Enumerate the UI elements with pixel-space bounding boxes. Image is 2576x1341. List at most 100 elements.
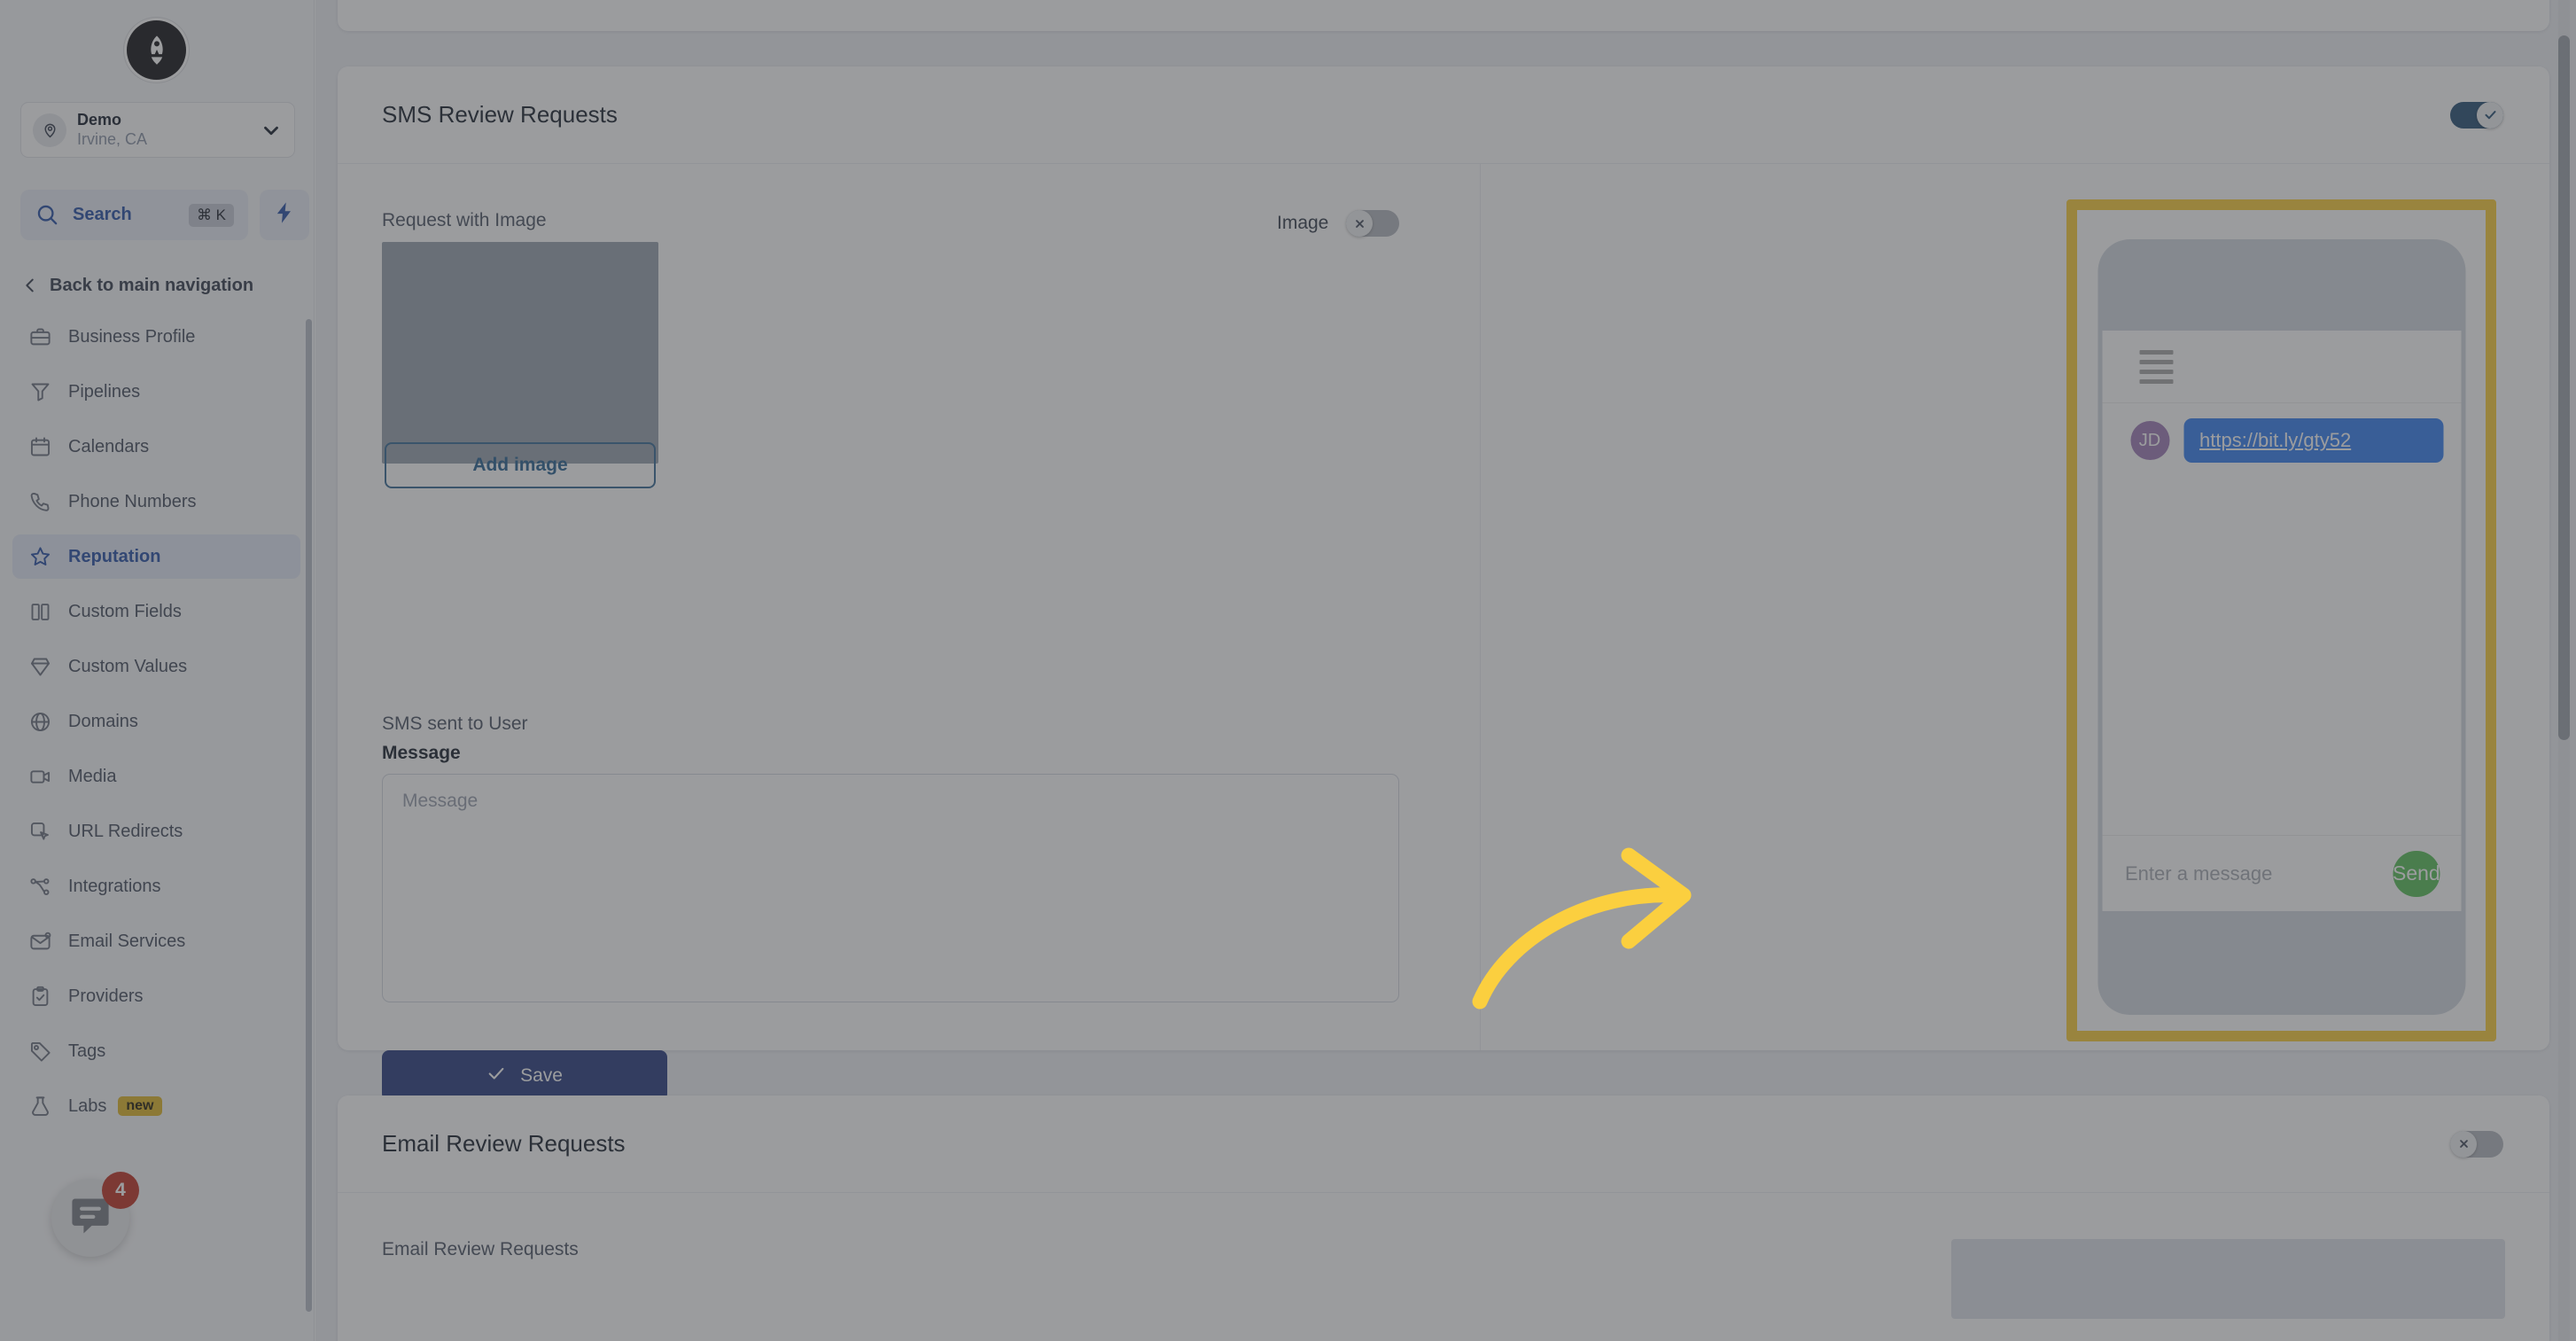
sidebar-item-label: Email Services	[68, 931, 186, 951]
email-card-header: Email Review Requests	[338, 1095, 2549, 1193]
save-button[interactable]: Save	[382, 1050, 667, 1101]
video-icon	[27, 763, 54, 791]
sms-sent-to-user-label: SMS sent to User	[382, 713, 528, 734]
envelope-icon	[27, 928, 54, 955]
message-label: Message	[382, 743, 461, 763]
sidebar-item-email-services[interactable]: Email Services	[12, 919, 300, 963]
main-scrollbar-thumb[interactable]	[2558, 35, 2570, 740]
message-textarea[interactable]	[382, 774, 1399, 1002]
sidebar-item-label: Business Profile	[68, 326, 196, 347]
phone-topbar	[2102, 331, 2461, 403]
sms-card-header: SMS Review Requests	[338, 66, 2549, 164]
email-image-placeholder	[1951, 1239, 2505, 1319]
star-icon	[27, 543, 54, 571]
email-card-body: Email Review Requests	[338, 1193, 2549, 1319]
sidebar-item-domains[interactable]: Domains	[12, 699, 300, 744]
sidebar-item-label: Custom Values	[68, 656, 188, 676]
card-above-partial	[338, 0, 2549, 31]
cursor-click-icon	[27, 818, 54, 846]
compose-message-input[interactable]	[2125, 862, 2380, 885]
image-toggle[interactable]	[1346, 210, 1400, 237]
columns-icon	[27, 598, 54, 626]
review-link[interactable]: https://bit.ly/gty52	[2199, 429, 2351, 451]
main-content: SMS Review Requests Request with Image A…	[315, 0, 2576, 1341]
clipboard-check-icon	[27, 983, 54, 1010]
chevron-down-icon[interactable]	[260, 119, 283, 142]
sidebar-item-label: Domains	[68, 711, 138, 731]
sms-form-pane: Request with Image Add image Image SMS s…	[338, 164, 1481, 1101]
workspace-switcher[interactable]: Demo Irvine, CA	[20, 102, 295, 158]
back-to-main-navigation[interactable]: Back to main navigation	[20, 266, 295, 305]
sms-preview-pane: JD https://bit.ly/gty52 Send	[1482, 164, 2549, 1050]
add-image-button[interactable]: Add image	[385, 442, 656, 488]
search-row: Search ⌘ K	[20, 190, 309, 240]
check-icon	[2477, 101, 2503, 129]
sms-card-title: SMS Review Requests	[382, 101, 618, 128]
sidebar-item-label: Providers	[68, 986, 144, 1006]
sidebar-item-label: Tags	[68, 1041, 106, 1061]
sidebar-item-badge: new	[118, 1096, 162, 1116]
image-toggle-group: Image	[1277, 210, 1400, 237]
save-button-label: Save	[520, 1064, 563, 1086]
tag-icon	[27, 1038, 54, 1065]
briefcase-icon	[27, 324, 54, 351]
chat-unread-badge: 4	[102, 1172, 139, 1209]
email-card-title: Email Review Requests	[382, 1130, 626, 1157]
sidebar: Demo Irvine, CA Search ⌘ K Back to main …	[0, 0, 315, 1341]
sidebar-item-custom-values[interactable]: Custom Values	[12, 644, 300, 689]
sidebar-item-custom-fields[interactable]: Custom Fields	[12, 589, 300, 634]
search-shortcut-hint: ⌘ K	[188, 203, 234, 227]
lightning-bolt-icon	[272, 199, 297, 230]
phone-icon	[27, 488, 54, 516]
email-review-requests-card: Email Review Requests Email Review Reque…	[338, 1095, 2549, 1341]
search-label: Search	[73, 205, 132, 224]
sidebar-scrollbar[interactable]	[306, 319, 312, 1312]
location-pin-icon	[33, 113, 66, 147]
back-nav-label: Back to main navigation	[50, 275, 254, 295]
message-bubble: https://bit.ly/gty52	[2183, 418, 2443, 463]
nodes-icon	[27, 873, 54, 900]
calendar-icon	[27, 433, 54, 461]
image-preview-placeholder: Add image	[382, 242, 658, 488]
hamburger-menu-icon[interactable]	[2139, 349, 2173, 384]
sidebar-item-label: Integrations	[68, 876, 161, 896]
sidebar-item-url-redirects[interactable]: URL Redirects	[12, 809, 300, 854]
phone-mockup: JD https://bit.ly/gty52 Send	[2097, 239, 2465, 1015]
sidebar-item-label: Pipelines	[68, 381, 141, 402]
sidebar-item-calendars[interactable]: Calendars	[12, 425, 300, 469]
phone-screen: JD https://bit.ly/gty52 Send	[2102, 331, 2461, 911]
sms-review-requests-toggle[interactable]	[2450, 101, 2503, 129]
sidebar-item-business-profile[interactable]: Business Profile	[12, 315, 300, 359]
sidebar-item-tags[interactable]: Tags	[12, 1029, 300, 1073]
rocket-logo-icon[interactable]	[127, 20, 186, 80]
sidebar-item-label: Phone Numbers	[68, 491, 197, 511]
send-button[interactable]: Send	[2393, 850, 2440, 897]
workspace-name: Demo	[77, 111, 122, 129]
sidebar-item-providers[interactable]: Providers	[12, 974, 300, 1018]
funnel-icon	[27, 378, 54, 406]
sidebar-item-reputation[interactable]: Reputation	[12, 534, 300, 579]
sidebar-item-media[interactable]: Media	[12, 754, 300, 799]
sidebar-item-integrations[interactable]: Integrations	[12, 864, 300, 908]
sidebar-item-label: URL Redirects	[68, 821, 183, 841]
search-input[interactable]: Search ⌘ K	[20, 190, 248, 240]
phone-compose-bar: Send	[2102, 835, 2461, 911]
preview-highlight-box: JD https://bit.ly/gty52 Send	[2066, 199, 2496, 1041]
chevron-left-icon	[20, 276, 40, 295]
email-review-requests-toggle[interactable]	[2450, 1130, 2503, 1158]
check-icon	[486, 1064, 506, 1088]
flask-icon	[27, 1093, 54, 1120]
sidebar-item-label: Reputation	[68, 546, 161, 566]
quick-action-button[interactable]	[260, 190, 309, 240]
sidebar-item-label: Custom Fields	[68, 601, 182, 621]
globe-icon	[27, 708, 54, 736]
avatar: JD	[2130, 421, 2169, 460]
sidebar-nav-list: Business Profile Pipelines Calendars Phone …	[12, 315, 300, 1139]
sidebar-item-labs[interactable]: Labs new	[12, 1084, 300, 1128]
sidebar-item-phone-numbers[interactable]: Phone Numbers	[12, 479, 300, 524]
search-icon	[35, 202, 60, 228]
sidebar-item-label: Labs	[68, 1095, 107, 1116]
app-root: Demo Irvine, CA Search ⌘ K Back to main …	[0, 0, 2576, 1341]
sidebar-item-pipelines[interactable]: Pipelines	[12, 370, 300, 414]
close-x-icon	[1346, 210, 1374, 237]
